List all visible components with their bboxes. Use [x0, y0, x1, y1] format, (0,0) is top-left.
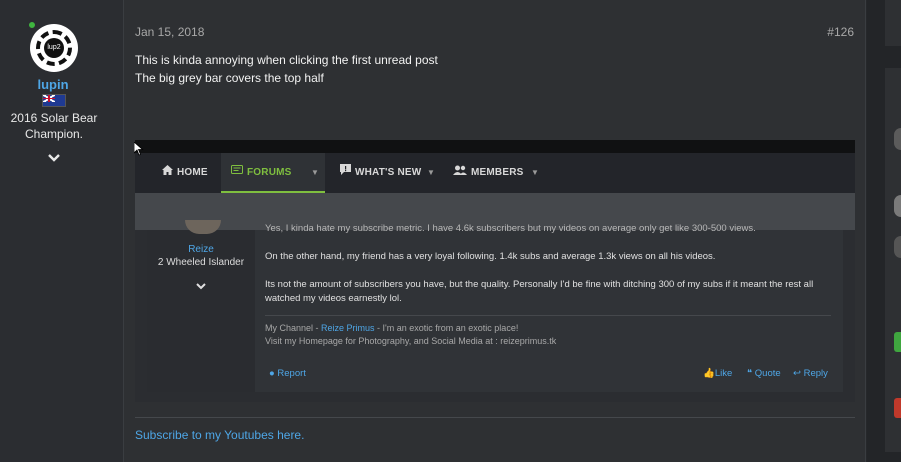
- screenshot-signature-line: My Channel - Reize Primus - I'm an exoti…: [265, 322, 556, 335]
- screenshot-quoted-post: Reize 2 Wheeled Islander Yes, I kinda ha…: [147, 220, 843, 392]
- sidebar-block: [885, 68, 901, 452]
- signature-divider: [135, 417, 855, 418]
- screenshot-username: Reize: [188, 244, 214, 255]
- quote-label: Quote: [754, 368, 781, 379]
- chevron-down-icon[interactable]: [46, 151, 62, 165]
- forum-post: lup2 lupin 2016 Solar Bear Champion. Jan…: [0, 0, 866, 462]
- mouse-cursor-icon: [133, 141, 144, 156]
- nav-home: HOME: [161, 153, 208, 193]
- sidebar-block: [885, 0, 901, 46]
- report-action: ● Report: [269, 368, 306, 379]
- report-label: Report: [277, 368, 306, 379]
- sidebar-badge[interactable]: [894, 332, 901, 352]
- screenshot-signature-divider: [265, 315, 831, 316]
- sidebar-avatar[interactable]: [894, 128, 901, 150]
- avatar-text: lup2: [44, 38, 64, 58]
- australia-flag-icon: [42, 94, 66, 107]
- user-title: 2016 Solar Bear Champion.: [10, 111, 98, 141]
- post-date[interactable]: Jan 15, 2018: [135, 25, 204, 39]
- reply-action: ↩ Reply: [793, 368, 828, 379]
- sig-prefix: My Channel -: [265, 323, 322, 333]
- post-body-line: This is kinda annoying when clicking the…: [135, 53, 438, 67]
- nav-whats-new: WHAT'S NEW: [339, 153, 421, 193]
- post-number[interactable]: #126: [827, 25, 854, 39]
- nav-forums-label: FORUMS: [247, 167, 292, 178]
- screenshot-top-bar: [135, 140, 855, 153]
- caret-down-icon: ▼: [427, 168, 435, 177]
- quote-action: ❝ Quote: [747, 368, 781, 379]
- username[interactable]: lupin: [0, 77, 106, 92]
- nav-home-label: HOME: [177, 167, 208, 178]
- reply-label: Reply: [803, 368, 828, 379]
- message-icon: [339, 153, 351, 193]
- avatar[interactable]: lup2: [30, 24, 78, 72]
- quote-icon: ❝: [747, 368, 753, 379]
- reply-icon: ↩: [793, 368, 801, 379]
- sidebar-avatar[interactable]: [894, 236, 901, 258]
- sidebar-badge[interactable]: [894, 398, 901, 418]
- post-user-column: lup2 lupin 2016 Solar Bear Champion.: [0, 0, 124, 462]
- members-icon: [453, 153, 467, 193]
- screenshot-signature: My Channel - Reize Primus - I'm an exoti…: [265, 322, 556, 348]
- caret-down-icon: ▼: [531, 168, 539, 177]
- forum-icon: [231, 153, 243, 193]
- online-status-dot: [27, 20, 37, 30]
- nav-members-label: MEMBERS: [471, 167, 524, 178]
- right-sidebar: [867, 0, 901, 462]
- post-body-line: The big grey bar covers the top half: [135, 71, 324, 85]
- home-icon: [161, 153, 173, 193]
- screenshot-paragraph: Its not the amount of subscribers you ha…: [265, 279, 814, 304]
- sidebar-avatar[interactable]: [894, 195, 901, 217]
- embedded-screenshot[interactable]: HOME FORUMS ▼ WHAT'S NEW ▼ MEMBERS ▼ Rei…: [135, 140, 855, 402]
- screenshot-nav-bar: HOME FORUMS ▼ WHAT'S NEW ▼ MEMBERS ▼: [135, 153, 855, 193]
- nav-forums: FORUMS ▼: [221, 153, 325, 193]
- post-body: This is kinda annoying when clicking the…: [135, 51, 438, 87]
- report-icon: ●: [269, 368, 275, 379]
- sig-suffix: - I'm an exotic from an exotic place!: [374, 323, 519, 333]
- screenshot-paragraph: On the other hand, my friend has a very …: [265, 251, 716, 262]
- screenshot-user-title: 2 Wheeled Islander: [157, 257, 245, 268]
- screenshot-post-actions: ● Report 👍Like ❝ Quote ↩ Reply: [257, 368, 839, 382]
- sig-channel-link: Reize Primus: [321, 323, 375, 333]
- screenshot-avatar: [185, 220, 221, 234]
- signature-link[interactable]: Subscribe to my Youtubes here.: [135, 428, 304, 442]
- chevron-down-icon: [193, 280, 209, 292]
- caret-down-icon: ▼: [311, 168, 320, 177]
- nav-whats-new-label: WHAT'S NEW: [355, 167, 422, 178]
- screenshot-signature-line: Visit my Homepage for Photography, and S…: [265, 336, 557, 346]
- screenshot-cut-line: Yes, I kinda hate my subscribe metric. I…: [265, 223, 756, 234]
- thumbs-up-icon: 👍: [703, 368, 715, 379]
- like-label: Like: [714, 368, 733, 379]
- flag-horizontal-stripe: [43, 98, 55, 99]
- screenshot-user-column: Reize 2 Wheeled Islander: [147, 220, 255, 392]
- like-action: 👍Like: [703, 368, 732, 379]
- nav-members: MEMBERS: [453, 153, 524, 193]
